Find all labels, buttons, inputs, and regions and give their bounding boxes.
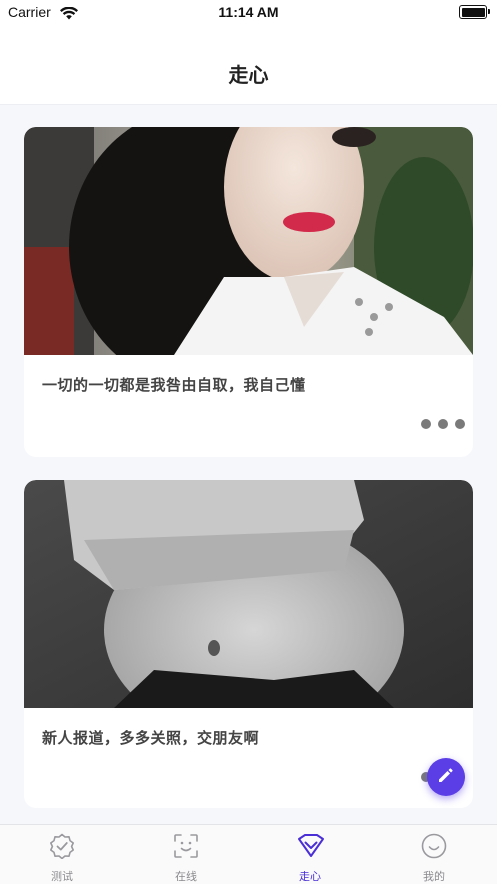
status-bar: Carrier 11:14 AM — [0, 0, 497, 26]
more-dot-icon — [455, 419, 465, 429]
face-scan-icon — [173, 833, 199, 859]
smiley-icon — [421, 833, 447, 859]
tab-test[interactable]: 测试 — [0, 825, 124, 884]
badge-check-icon — [49, 833, 75, 860]
navigation-bar: 走心 — [0, 26, 497, 105]
page-title: 走心 — [228, 63, 269, 87]
tab-profile[interactable]: 我的 — [372, 825, 496, 884]
post-photo[interactable] — [24, 480, 473, 708]
heart-diamond-icon — [297, 833, 324, 859]
post-card[interactable]: 新人报道，多多关照，交朋友啊 — [24, 480, 473, 808]
tab-online[interactable]: 在线 — [124, 825, 248, 884]
compose-post-button[interactable] — [427, 758, 465, 796]
tab-bar: 测试 在线 走心 我的 — [0, 824, 497, 884]
tab-heart[interactable]: 走心 — [248, 825, 372, 884]
post-photo[interactable] — [24, 127, 473, 355]
tab-label: 在线 — [175, 870, 197, 883]
post-feed[interactable]: 一切的一切都是我咎由自取，我自己懂 新人报道，多多关照，交朋友啊 — [0, 105, 497, 824]
post-caption: 一切的一切都是我咎由自取，我自己懂 — [42, 376, 306, 394]
battery-icon — [459, 5, 490, 19]
tab-label: 我的 — [423, 870, 445, 883]
tab-label: 走心 — [299, 870, 321, 883]
tab-label: 测试 — [51, 870, 73, 883]
more-dot-icon — [421, 419, 431, 429]
pencil-icon — [437, 766, 455, 788]
more-options-button[interactable] — [421, 419, 465, 429]
post-caption: 新人报道，多多关照，交朋友啊 — [42, 729, 260, 747]
more-dot-icon — [438, 419, 448, 429]
post-card[interactable]: 一切的一切都是我咎由自取，我自己懂 — [24, 127, 473, 457]
clock: 11:14 AM — [218, 4, 279, 20]
